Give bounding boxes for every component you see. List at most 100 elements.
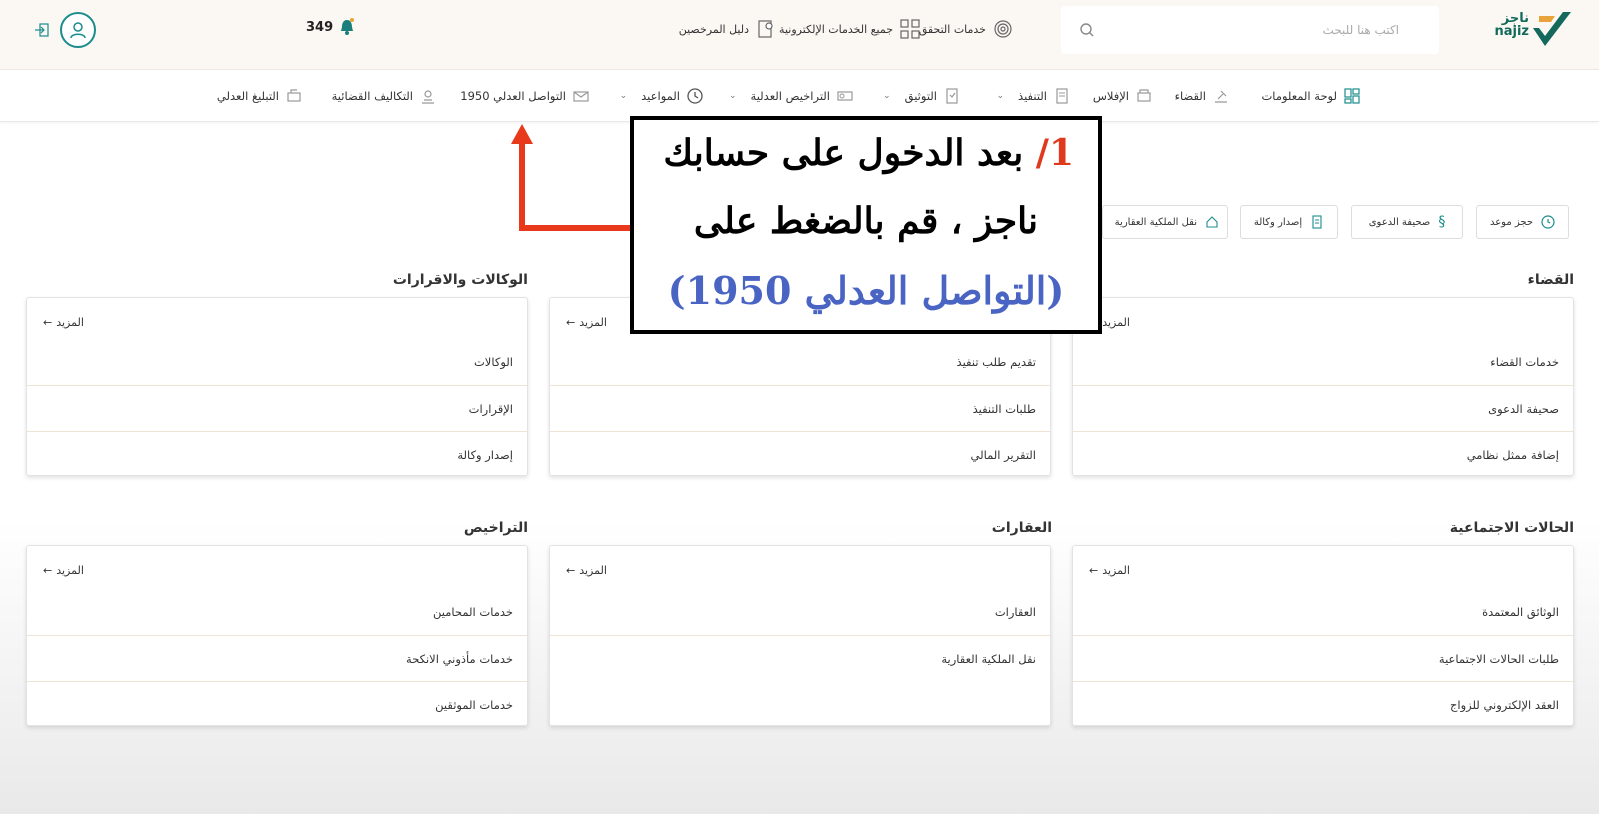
list-item[interactable]: إضافة ممثل نظامي [1073,431,1573,477]
search-box[interactable] [1061,6,1439,54]
more-link[interactable]: ← المزيد [566,316,607,329]
nav-execution[interactable]: التنفيذ ⌄ [996,87,1071,105]
card-judiciary: ← المزيد خدمات القضاء صحيفة الدعوى إضافة… [1072,297,1574,476]
nav-judiciary[interactable]: القضاء [1175,87,1230,105]
dashboard-icon [1344,88,1360,104]
book-appointment-button[interactable]: حجز موعد [1476,205,1569,239]
transfer-property-label: نقل الملكية العقارية [1114,216,1197,228]
section-title-social: الحالات الاجتماعية [1449,520,1574,536]
nav-judicial-notification[interactable]: التبليغ العدلي [217,87,303,105]
callout-line-2: ناجز ، قم بالضغط على [693,200,1039,242]
search-icon[interactable] [1079,22,1095,38]
lawsuit-sheet-label: صحيفة الدعوى [1368,216,1431,228]
list-item-label: خدمات مأذوني الانكحة [406,651,513,666]
issue-power-of-attorney-button[interactable]: إصدار وكالة [1240,205,1338,239]
document-icon [946,88,958,104]
arrow-left-icon: ← [1089,564,1099,577]
list-item[interactable]: التقرير المالي [550,431,1050,477]
section-title-judiciary: القضاء [1527,272,1574,288]
nav-bankruptcy-label: الإفلاس [1092,89,1129,103]
bankruptcy-icon [1137,89,1151,102]
section-title-powers: الوكالات والاقرارات [392,272,528,288]
list-item[interactable]: خدمات المحامين [27,589,527,635]
nav-bankruptcy[interactable]: الإفلاس [1093,87,1153,105]
list-item-label: تقديم طلب تنفيذ [956,355,1036,369]
najiz-logo-text: ناجز najiz [1494,11,1529,39]
instruction-callout: 1/ بعد الدخول على حسابك ناجز ، قم بالضغط… [630,116,1102,334]
list-item[interactable]: تقديم طلب تنفيذ [550,339,1050,385]
more-label: المزيد [1102,316,1130,329]
arrow-left-icon: ← [566,564,576,577]
bell-icon[interactable] [339,18,355,36]
nav-judicial-licenses[interactable]: التراخيص العدلية ⌄ [729,87,854,105]
nav-documentation[interactable]: التوثيق ⌄ [883,87,961,105]
costs-icon [422,90,434,104]
list-item[interactable]: صحيفة الدعوى [1073,385,1573,431]
list-item[interactable]: طلبات التنفيذ [550,385,1050,431]
verify-services-label: خدمات التحقق [918,22,986,36]
clock-icon [687,88,703,104]
nav-judicial-contact-label: التواصل العدلي 1950 [460,89,566,103]
nav-judicial-costs[interactable]: التكاليف القضائية [332,87,437,105]
list-item[interactable]: إصدار وكالة [27,431,527,477]
arrow-left-icon: ← [566,316,576,329]
document-icon [1312,215,1322,229]
section-title-licenses: التراخيص [463,520,528,536]
notifications-count: 349 [306,19,334,35]
more-link[interactable]: ← المزيد [566,564,607,577]
list-item[interactable]: طلبات الحالات الاجتماعية [1073,635,1573,681]
user-avatar[interactable] [60,12,96,48]
all-services-link[interactable]: جميع الخدمات الإلكترونية [779,18,921,40]
list-item-label: نقل الملكية العقارية [941,651,1036,666]
annotation-arrow [511,124,638,231]
card-realestate: ← المزيد العقارات نقل الملكية العقارية [549,545,1051,726]
step-number: 1/ [1035,132,1074,174]
chevron-down-icon: ⌄ [996,91,1005,101]
list-item[interactable]: العقارات [550,589,1050,635]
more-link[interactable]: ← المزيد [43,316,84,329]
list-item-label: طلبات التنفيذ [972,401,1036,416]
issue-power-of-attorney-label: إصدار وكالة [1253,216,1303,228]
nav-judicial-licenses-label: التراخيص العدلية [750,89,830,103]
grid-icon [900,19,920,39]
search-input[interactable] [1061,6,1439,54]
notifications[interactable]: 349 [306,18,355,36]
mail-icon [573,91,589,102]
logout-icon[interactable] [34,22,50,38]
more-label: المزيد [56,564,84,577]
verify-services-link[interactable]: خدمات التحقق [919,18,1014,40]
list-item-label: إضافة ممثل نظامي [1466,447,1559,462]
list-item[interactable]: خدمات القضاء [1073,339,1573,385]
more-link[interactable]: ← المزيد [43,564,84,577]
nav-appointments[interactable]: المواعيد ⌄ [620,87,704,105]
licensees-guide-link[interactable]: دليل المرخصين [679,18,777,40]
nav-judiciary-label: القضاء [1174,89,1206,103]
list-item[interactable]: الوثائق المعتمدة [1073,589,1573,635]
arrow-left-icon: ← [43,316,53,329]
list-item[interactable]: الوكالات [27,339,527,385]
list-item-label: العقارات [994,605,1036,619]
list-item-label: الوكالات [473,355,513,369]
callout-line-1: 1/ بعد الدخول على حسابك [663,132,1074,174]
nav-dashboard[interactable]: لوحة المعلومات [1261,87,1361,105]
list-item-label: خدمات المحامين [433,605,513,619]
more-link[interactable]: ← المزيد [1089,564,1130,577]
list-item[interactable]: الإقرارات [27,385,527,431]
nav-judicial-contact-1950[interactable]: التواصل العدلي 1950 [460,87,590,105]
transfer-property-button[interactable]: نقل الملكية العقارية [1102,205,1228,239]
list-item-label: خدمات الموثقين [435,697,513,712]
list-item-label: طلبات الحالات الاجتماعية [1438,651,1559,666]
section-title-realestate: العقارات [991,520,1052,536]
list-item[interactable]: نقل الملكية العقارية [550,635,1050,681]
list-item[interactable]: العقد الإلكتروني للزواج [1073,681,1573,727]
more-label: المزيد [579,564,607,577]
card-social: ← المزيد الوثائق المعتمدة طلبات الحالات … [1072,545,1574,726]
section-sign-icon: § [1438,214,1446,230]
lawsuit-sheet-button[interactable]: § صحيفة الدعوى [1351,205,1463,239]
license-icon [837,91,853,101]
list-item[interactable]: خدمات مأذوني الانكحة [27,635,527,681]
list-item[interactable]: خدمات الموثقين [27,681,527,727]
nav-execution-label: التنفيذ [1018,89,1047,103]
guide-icon [758,20,773,38]
card-powers: ← المزيد الوكالات الإقرارات إصدار وكالة [26,297,528,476]
